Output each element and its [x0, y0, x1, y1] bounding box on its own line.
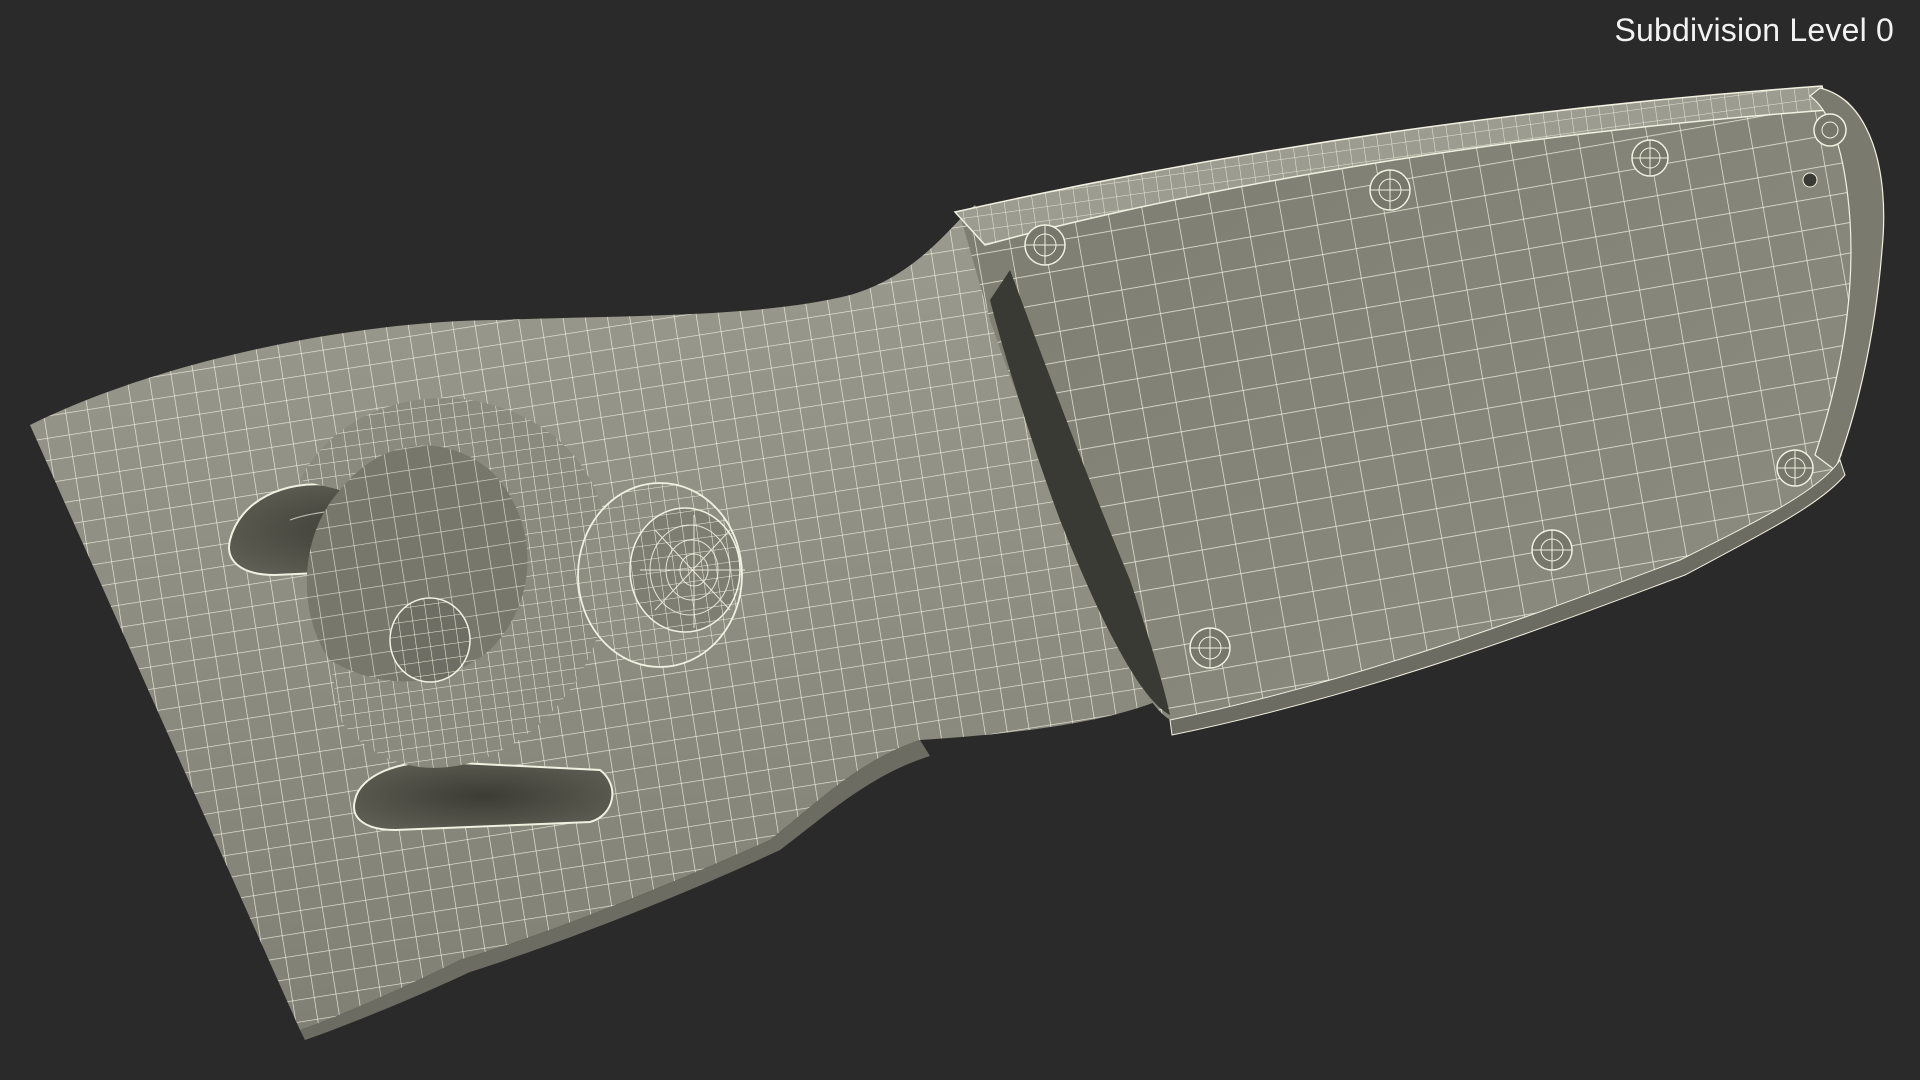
rivet-icon — [1776, 449, 1814, 487]
viewport: Subdivision Level 0 — [0, 0, 1920, 1080]
rivet-icon — [1189, 627, 1231, 669]
rivet-icon — [1024, 224, 1066, 266]
rivet-icon — [1813, 113, 1847, 147]
rivet-icon — [1802, 172, 1818, 188]
rivet-icon — [1631, 139, 1669, 177]
rivet-icon — [1369, 169, 1411, 211]
wireframe-render — [30, 85, 1885, 1040]
snap-slot-lower — [353, 760, 614, 832]
rivet-icon — [1531, 529, 1573, 571]
